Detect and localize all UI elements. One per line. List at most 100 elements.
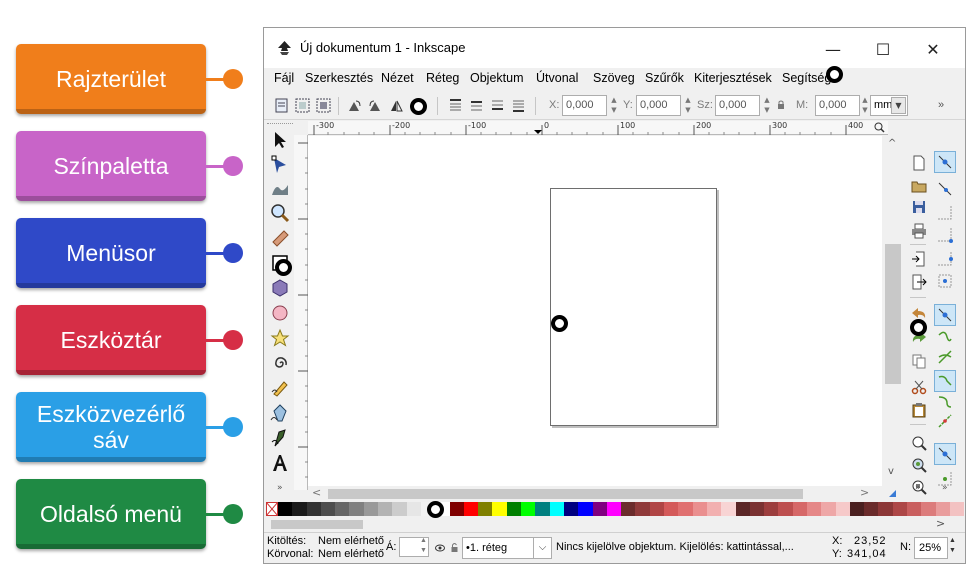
color-swatch[interactable] bbox=[606, 502, 622, 516]
toolbox-overflow[interactable]: » bbox=[277, 483, 283, 493]
color-swatch[interactable] bbox=[878, 502, 893, 516]
paste-icon[interactable] bbox=[911, 402, 927, 418]
color-swatch[interactable] bbox=[335, 502, 350, 516]
layer-select[interactable]: •1. réteg ⌵ bbox=[462, 537, 552, 559]
color-swatch[interactable] bbox=[635, 502, 650, 516]
snap-cusp-icon[interactable] bbox=[937, 373, 953, 389]
selector-tool-icon[interactable] bbox=[270, 130, 290, 150]
export-icon[interactable] bbox=[911, 274, 927, 290]
visibility-eye-icon[interactable] bbox=[435, 544, 445, 552]
rotate-ccw-icon[interactable] bbox=[347, 98, 362, 113]
menu-szerkesztes[interactable]: Szerkesztés bbox=[305, 71, 373, 85]
measure-tool-icon[interactable] bbox=[270, 228, 290, 248]
color-swatch[interactable] bbox=[935, 502, 950, 516]
save-icon[interactable] bbox=[911, 199, 927, 215]
select-all-icon[interactable] bbox=[274, 98, 289, 113]
color-swatch[interactable] bbox=[278, 502, 293, 516]
color-swatch[interactable] bbox=[392, 502, 407, 516]
lower-to-bottom-icon[interactable] bbox=[511, 98, 526, 113]
palette-scrollbar[interactable]: > bbox=[266, 516, 964, 532]
document-page[interactable] bbox=[550, 188, 717, 426]
palette-scroll-right-icon[interactable]: > bbox=[936, 517, 945, 530]
text-tool-icon[interactable] bbox=[270, 453, 290, 473]
color-swatch[interactable] bbox=[449, 502, 464, 516]
color-swatch[interactable] bbox=[907, 502, 922, 516]
close-button[interactable]: ✕ bbox=[913, 34, 953, 64]
color-swatch[interactable] bbox=[792, 502, 807, 516]
horizontal-scroll-thumb[interactable] bbox=[328, 489, 803, 499]
height-input[interactable]: 0,000 bbox=[815, 95, 860, 116]
snap-smooth-icon[interactable] bbox=[937, 393, 953, 409]
snap-midpoints-icon[interactable] bbox=[937, 413, 953, 429]
vertical-scroll-thumb[interactable] bbox=[885, 244, 901, 384]
select-all-layers-icon[interactable] bbox=[295, 98, 310, 113]
flip-horizontal-icon[interactable] bbox=[389, 98, 404, 113]
zoom-tool-icon[interactable] bbox=[270, 203, 290, 223]
color-swatch[interactable] bbox=[292, 502, 307, 516]
color-swatch[interactable] bbox=[892, 502, 908, 516]
color-swatch[interactable] bbox=[621, 502, 636, 516]
color-swatch[interactable] bbox=[363, 502, 379, 516]
color-swatch[interactable] bbox=[721, 502, 736, 516]
zoom-spinner-arrows[interactable]: ▲ ▼ bbox=[949, 536, 956, 556]
color-swatch[interactable] bbox=[706, 502, 722, 516]
menu-fajl[interactable]: Fájl bbox=[274, 71, 294, 85]
raise-to-top-icon[interactable] bbox=[448, 98, 463, 113]
x-spinner-arrows[interactable]: ▲ ▼ bbox=[609, 95, 619, 116]
layer-dropdown-arrow[interactable]: ⌵ bbox=[533, 537, 551, 559]
color-swatch[interactable] bbox=[478, 502, 493, 516]
menu-szoveg[interactable]: Szöveg bbox=[593, 71, 635, 85]
width-spinner-arrows[interactable]: ▲ ▼ bbox=[762, 95, 772, 116]
color-swatch[interactable] bbox=[735, 502, 750, 516]
menu-objektum[interactable]: Objektum bbox=[470, 71, 524, 85]
title-bar[interactable]: Új dokumentum 1 - Inkscape — ☐ ✕ bbox=[264, 28, 965, 68]
color-swatch[interactable] bbox=[764, 502, 779, 516]
unit-dropdown-arrow[interactable]: ▼ bbox=[891, 97, 906, 114]
zoom-corner-icon[interactable] bbox=[874, 122, 885, 133]
snap-bbox-midpoint-icon[interactable] bbox=[937, 251, 953, 267]
color-swatch[interactable] bbox=[506, 502, 522, 516]
snap-bbox-corner-icon[interactable] bbox=[937, 227, 953, 243]
color-swatch[interactable] bbox=[678, 502, 693, 516]
color-swatch[interactable] bbox=[749, 502, 765, 516]
color-swatch[interactable] bbox=[778, 502, 793, 516]
color-swatch[interactable] bbox=[306, 502, 321, 516]
snap-bbox-icon[interactable] bbox=[937, 181, 953, 197]
snap-paths-icon[interactable] bbox=[937, 329, 953, 345]
color-swatch[interactable] bbox=[492, 502, 507, 516]
ellipse-tool-icon[interactable] bbox=[270, 303, 290, 323]
zoom-input[interactable]: 25% bbox=[914, 537, 948, 559]
scroll-down-icon[interactable]: v bbox=[888, 466, 894, 477]
color-manage-icon[interactable] bbox=[888, 489, 897, 498]
stroke-value[interactable]: Nem elérhető bbox=[318, 548, 384, 560]
color-swatch[interactable] bbox=[378, 502, 393, 516]
pencil-tool-icon[interactable] bbox=[270, 378, 290, 398]
color-swatch[interactable] bbox=[649, 502, 665, 516]
tweak-tool-icon[interactable] bbox=[270, 179, 290, 199]
color-swatch[interactable] bbox=[349, 502, 364, 516]
color-swatch[interactable] bbox=[549, 502, 564, 516]
raise-icon[interactable] bbox=[469, 98, 484, 113]
color-swatch[interactable] bbox=[521, 502, 536, 516]
color-swatch[interactable] bbox=[949, 502, 965, 516]
zoom-drawing-icon[interactable] bbox=[911, 457, 927, 473]
snap-bbox-center-icon[interactable] bbox=[937, 273, 953, 289]
color-swatch[interactable] bbox=[406, 502, 421, 516]
lower-icon[interactable] bbox=[490, 98, 505, 113]
pen-tool-icon[interactable] bbox=[270, 403, 290, 423]
color-swatch[interactable] bbox=[463, 502, 479, 516]
opacity-spinner-arrows[interactable]: ▲ ▼ bbox=[420, 536, 427, 556]
y-input[interactable]: 0,000 bbox=[636, 95, 681, 116]
x-input[interactable]: 0,000 bbox=[562, 95, 607, 116]
snap-enable-icon[interactable] bbox=[937, 154, 953, 170]
import-icon[interactable] bbox=[911, 251, 927, 267]
snap-overflow[interactable]: » bbox=[942, 483, 948, 493]
open-document-icon[interactable] bbox=[911, 178, 927, 194]
new-document-icon[interactable] bbox=[911, 155, 927, 171]
node-tool-icon[interactable] bbox=[270, 155, 290, 175]
scroll-up-icon[interactable]: ^ bbox=[888, 138, 896, 149]
star-tool-icon[interactable] bbox=[270, 328, 290, 348]
no-paint-swatch[interactable] bbox=[266, 502, 278, 516]
drawing-canvas[interactable] bbox=[308, 136, 882, 486]
zoom-selection-icon[interactable] bbox=[911, 435, 927, 451]
